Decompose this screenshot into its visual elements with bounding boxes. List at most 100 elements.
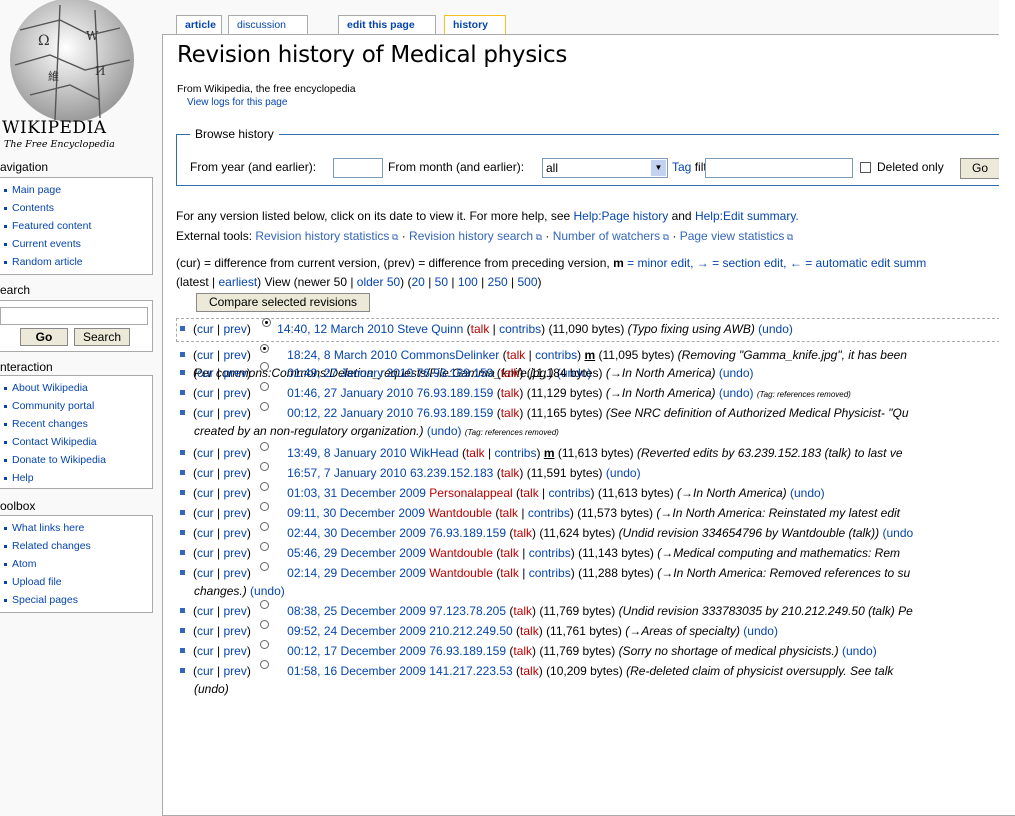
deleted-only-checkbox[interactable] bbox=[860, 162, 871, 173]
revision-date-link[interactable]: 01:58, 16 December 2009 bbox=[287, 664, 426, 678]
sidebar-item-recent-changes[interactable]: Recent changes bbox=[0, 415, 152, 433]
sidebar-item-current-events[interactable]: Current events bbox=[0, 235, 152, 253]
limit-500-link[interactable]: 500 bbox=[517, 275, 537, 289]
sidebar-item-donate-to-wikipedia[interactable]: Donate to Wikipedia bbox=[0, 451, 152, 469]
prev-link[interactable]: prev bbox=[223, 406, 246, 420]
revision-date-link[interactable]: 14:40, 12 March 2010 bbox=[277, 322, 394, 336]
talk-link[interactable]: talk bbox=[520, 664, 539, 678]
cur-link[interactable]: cur bbox=[197, 526, 214, 540]
compare-radio[interactable] bbox=[260, 660, 270, 669]
limit-100-link[interactable]: 100 bbox=[458, 275, 478, 289]
cur-link[interactable]: cur bbox=[197, 366, 214, 380]
compare-radio[interactable] bbox=[260, 462, 270, 471]
user-link[interactable]: 97.123.78.205 bbox=[429, 604, 506, 618]
revision-date-link[interactable]: 02:44, 30 December 2009 bbox=[287, 526, 426, 540]
revision-date-link[interactable]: 02:14, 29 December 2009 bbox=[287, 566, 426, 580]
undo-link[interactable]: (undo) bbox=[842, 644, 877, 658]
sidebar-item-random-article[interactable]: Random article bbox=[0, 253, 152, 271]
prev-link[interactable]: prev bbox=[223, 322, 246, 336]
talk-link[interactable]: talk bbox=[500, 546, 519, 560]
user-link[interactable]: Steve Quinn bbox=[397, 322, 463, 336]
sidebar-item-featured-content[interactable]: Featured content bbox=[0, 217, 152, 235]
cur-link[interactable]: cur bbox=[197, 386, 214, 400]
talk-link[interactable]: talk bbox=[520, 486, 539, 500]
sidebar-item-related-changes[interactable]: Related changes bbox=[0, 537, 152, 555]
revision-date-link[interactable]: 13:49, 8 January 2010 bbox=[287, 446, 406, 460]
sidebar-item-community-portal[interactable]: Community portal bbox=[0, 397, 152, 415]
prev-link[interactable]: prev bbox=[223, 348, 246, 362]
revision-date-link[interactable]: 00:12, 22 January 2010 bbox=[287, 406, 413, 420]
revision-date-link[interactable]: 01:03, 31 December 2009 bbox=[287, 486, 426, 500]
user-link[interactable]: 76.93.189.159 bbox=[417, 406, 494, 420]
prev-link[interactable]: prev bbox=[223, 546, 246, 560]
sidebar-search-input[interactable] bbox=[0, 307, 148, 325]
compare-radio[interactable] bbox=[262, 318, 272, 327]
sidebar-item-upload-file[interactable]: Upload file bbox=[0, 573, 152, 591]
contribs-link[interactable]: contribs bbox=[528, 506, 570, 520]
tool-watchers-link[interactable]: Number of watchers bbox=[553, 229, 660, 243]
talk-link[interactable]: talk bbox=[499, 506, 518, 520]
talk-link[interactable]: talk bbox=[513, 644, 532, 658]
contribs-link[interactable]: contribs bbox=[494, 446, 536, 460]
user-link[interactable]: 76.93.189.159 bbox=[429, 526, 506, 540]
user-link[interactable]: CommonsDelinker bbox=[401, 348, 500, 362]
limit-50-link[interactable]: 50 bbox=[435, 275, 448, 289]
user-link[interactable]: 76.93.189.159 bbox=[417, 366, 494, 380]
prev-link[interactable]: prev bbox=[223, 664, 246, 678]
month-select[interactable]: all ▼ bbox=[542, 158, 668, 178]
wikipedia-logo[interactable]: Ω W 維 И WIKIPEDIA The Free Encyclopedia bbox=[0, 0, 160, 160]
tool-revision-statistics-link[interactable]: Revision history statistics bbox=[255, 229, 389, 243]
compare-radio[interactable] bbox=[260, 344, 270, 353]
undo-link[interactable]: (undo) bbox=[719, 386, 754, 400]
sidebar-item-help[interactable]: Help bbox=[0, 469, 152, 487]
cur-link[interactable]: cur bbox=[197, 566, 214, 580]
compare-revisions-button[interactable]: Compare selected revisions bbox=[196, 293, 370, 312]
sidebar-item-contact-wikipedia[interactable]: Contact Wikipedia bbox=[0, 433, 152, 451]
revision-date-link[interactable]: 05:46, 29 December 2009 bbox=[287, 546, 426, 560]
tag-filter-input[interactable] bbox=[705, 158, 853, 178]
year-input[interactable] bbox=[333, 158, 383, 178]
tab-edit-this-page[interactable]: edit this page bbox=[338, 15, 436, 34]
user-link[interactable]: 210.212.249.50 bbox=[429, 624, 512, 638]
undo-link[interactable]: (undo) bbox=[758, 322, 793, 336]
cur-link[interactable]: cur bbox=[197, 664, 214, 678]
limit-250-link[interactable]: 250 bbox=[488, 275, 508, 289]
undo-link[interactable]: (undo) bbox=[743, 624, 778, 638]
user-link[interactable]: Personalappeal bbox=[429, 486, 512, 500]
revision-date-link[interactable]: 01:46, 27 January 2010 bbox=[287, 386, 413, 400]
help-edit-summary-link[interactable]: Help:Edit summary. bbox=[695, 209, 799, 223]
compare-radio[interactable] bbox=[260, 542, 270, 551]
user-link[interactable]: 76.93.189.159 bbox=[417, 386, 494, 400]
compare-radio[interactable] bbox=[260, 600, 270, 609]
talk-link[interactable]: talk bbox=[501, 406, 520, 420]
prev-link[interactable]: prev bbox=[223, 624, 246, 638]
undo-link[interactable]: (undo) bbox=[427, 424, 462, 438]
cur-link[interactable]: cur bbox=[197, 546, 214, 560]
view-logs-link[interactable]: View logs for this page bbox=[187, 97, 287, 108]
user-link[interactable]: Wantdouble bbox=[429, 566, 493, 580]
prev-link[interactable]: prev bbox=[223, 446, 246, 460]
sidebar-item-main-page[interactable]: Main page bbox=[0, 181, 152, 199]
compare-radio[interactable] bbox=[260, 402, 270, 411]
talk-link[interactable]: talk bbox=[501, 386, 520, 400]
prev-link[interactable]: prev bbox=[223, 466, 246, 480]
undo-link[interactable]: (undo) bbox=[250, 584, 285, 598]
cur-link[interactable]: cur bbox=[197, 322, 214, 336]
compare-radio[interactable] bbox=[260, 562, 270, 571]
chevron-down-icon[interactable]: ▼ bbox=[651, 160, 666, 176]
prev-link[interactable]: prev bbox=[223, 386, 246, 400]
compare-radio[interactable] bbox=[260, 620, 270, 629]
prev-link[interactable]: prev bbox=[223, 506, 246, 520]
cur-link[interactable]: cur bbox=[197, 466, 214, 480]
cur-link[interactable]: cur bbox=[197, 624, 214, 638]
user-link[interactable]: Wantdouble bbox=[428, 506, 492, 520]
prev-link[interactable]: prev bbox=[223, 486, 246, 500]
revision-date-link[interactable]: 09:52, 24 December 2009 bbox=[287, 624, 426, 638]
talk-link[interactable]: talk bbox=[513, 604, 532, 618]
contribs-link[interactable]: contribs bbox=[529, 566, 571, 580]
prev-link[interactable]: prev bbox=[223, 644, 246, 658]
user-link[interactable]: Wantdouble bbox=[429, 546, 493, 560]
cur-link[interactable]: cur bbox=[197, 486, 214, 500]
user-link[interactable]: 63.239.152.183 bbox=[410, 466, 493, 480]
compare-radio[interactable] bbox=[260, 522, 270, 531]
